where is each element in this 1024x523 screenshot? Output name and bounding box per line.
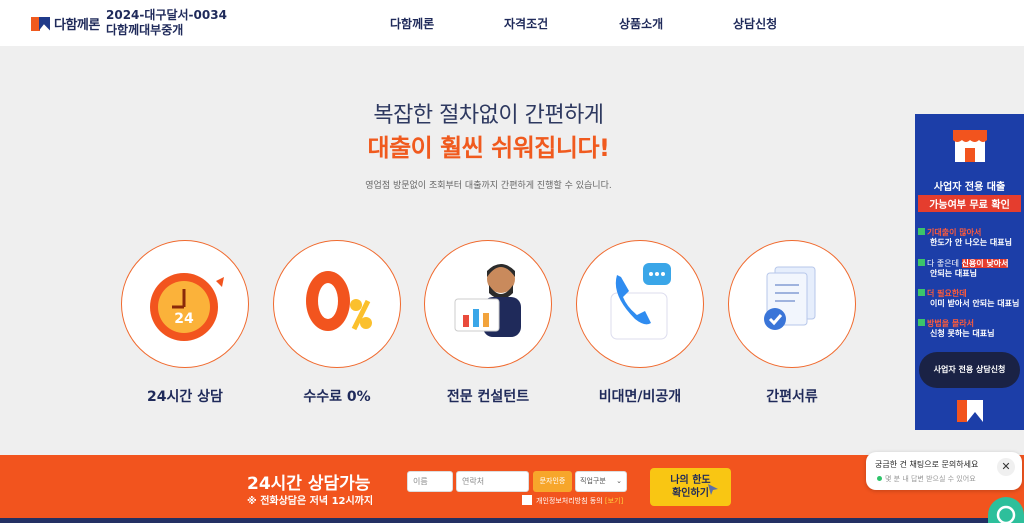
logo-mark-icon <box>31 16 51 31</box>
chat-popup[interactable]: 궁금한 건 채팅으로 문의하세요 몇 분 내 답변 받으실 수 있어요 ✕ <box>866 452 1022 490</box>
sms-auth-button[interactable]: 문자인증 <box>533 471 572 492</box>
hero-subtitle: 영업점 방문없이 조회부터 대출까지 간편하게 진행할 수 있습니다. <box>365 181 612 191</box>
side-item: 기대출이 많아서 한도가 안 나오는 대표님 <box>918 228 1022 248</box>
clock-24-icon: 24 <box>121 240 249 368</box>
site-logo[interactable]: 다함께론 <box>31 14 100 33</box>
side-item: 더 필요한데 이미 받아서 안되는 대표님 <box>918 289 1022 309</box>
nav-item-home[interactable]: 다함께론 <box>390 15 434 32</box>
feature-label: 비대면/비공개 <box>598 389 682 405</box>
chat-status: 몇 분 내 답변 받으실 수 있어요 <box>877 474 976 484</box>
chat-bubble-icon <box>996 505 1016 523</box>
business-consult-button[interactable]: 사업자 전용 상담신청 <box>919 352 1020 388</box>
hero-title: 복잡한 절차없이 간편하게 <box>373 103 604 128</box>
phone-chat-icon <box>576 240 704 368</box>
side-item: 방법을 몰라서 신청 못하는 대표님 <box>918 319 1022 339</box>
feature-private: 비대면/비공개 <box>576 240 704 406</box>
nav-item-products[interactable]: 상품소개 <box>619 15 663 32</box>
nav-item-consult[interactable]: 상담신청 <box>733 15 777 32</box>
online-dot-icon <box>877 476 882 481</box>
hero-highlight: 대출이 훨씬 쉬워집니다! <box>367 134 610 162</box>
name-input[interactable]: 이름 <box>407 471 453 492</box>
privacy-label: 개인정보처리방침 동의 [보기] <box>536 496 623 506</box>
check-icon <box>918 259 925 266</box>
check-icon <box>918 228 925 235</box>
registration-info: 2024-대구달서-0034 다함께대부중개 <box>106 8 227 38</box>
privacy-view-link[interactable]: [보기] <box>605 497 623 505</box>
feature-consultant: 전문 컨설턴트 <box>424 240 552 406</box>
consult-title: 24시간 상담가능 <box>247 474 371 494</box>
logo-mark-icon <box>957 400 983 422</box>
chat-title: 궁금한 건 채팅으로 문의하세요 <box>875 460 979 469</box>
feature-docs: 간편서류 <box>728 240 856 406</box>
job-select-value: 직업구분 <box>580 477 606 485</box>
logo-text: 다함께론 <box>54 18 100 33</box>
site-header: 다함께론 2024-대구달서-0034 다함께대부중개 다함께론 자격조건 상품… <box>0 0 1024 46</box>
store-icon <box>953 130 987 162</box>
job-select[interactable]: 직업구분 ⌄ <box>575 471 627 492</box>
privacy-text: 개인정보처리방침 동의 <box>536 497 603 505</box>
side-banner[interactable]: 사업자 전용 대출 가능여부 무료 확인 기대출이 많아서 한도가 안 나오는 … <box>915 114 1024 430</box>
chevron-down-icon: ⌄ <box>616 477 622 485</box>
chat-launcher-button[interactable] <box>988 497 1024 523</box>
feature-fee: 수수료 0% <box>273 240 401 406</box>
close-icon[interactable]: ✕ <box>997 458 1015 476</box>
company-name: 다함께대부중개 <box>106 23 184 37</box>
bottom-strip <box>0 518 1024 523</box>
consult-subtitle: ※ 전화상담은 저녁 12시까지 <box>247 496 374 507</box>
check-limit-button[interactable]: 나의 한도 확인하기 <box>650 468 731 506</box>
side-item: 다 좋은데 신용이 낮아서 안되는 대표님 <box>918 259 1022 279</box>
check-icon <box>918 289 925 296</box>
phone-input[interactable]: 연락처 <box>456 471 529 492</box>
check-icon <box>918 319 925 326</box>
clock-badge-text: 24 <box>174 311 194 327</box>
feature-label: 수수료 0% <box>303 389 371 405</box>
feature-label: 간편서류 <box>766 389 818 405</box>
documents-icon <box>728 240 856 368</box>
zero-percent-icon <box>273 240 401 368</box>
feature-label: 24시간 상담 <box>147 389 223 405</box>
feature-label: 전문 컨설턴트 <box>446 389 530 405</box>
privacy-checkbox[interactable] <box>522 495 532 505</box>
cursor-icon <box>708 484 718 495</box>
nav-item-qualification[interactable]: 자격조건 <box>504 15 548 32</box>
feature-24h: 24 24시간 상담 <box>121 240 249 406</box>
side-banner-title: 사업자 전용 대출 <box>933 182 1006 193</box>
side-banner-subtitle: 가능여부 무료 확인 <box>918 195 1021 212</box>
registration-number: 2024-대구달서-0034 <box>106 8 227 22</box>
consultant-icon <box>424 240 552 368</box>
